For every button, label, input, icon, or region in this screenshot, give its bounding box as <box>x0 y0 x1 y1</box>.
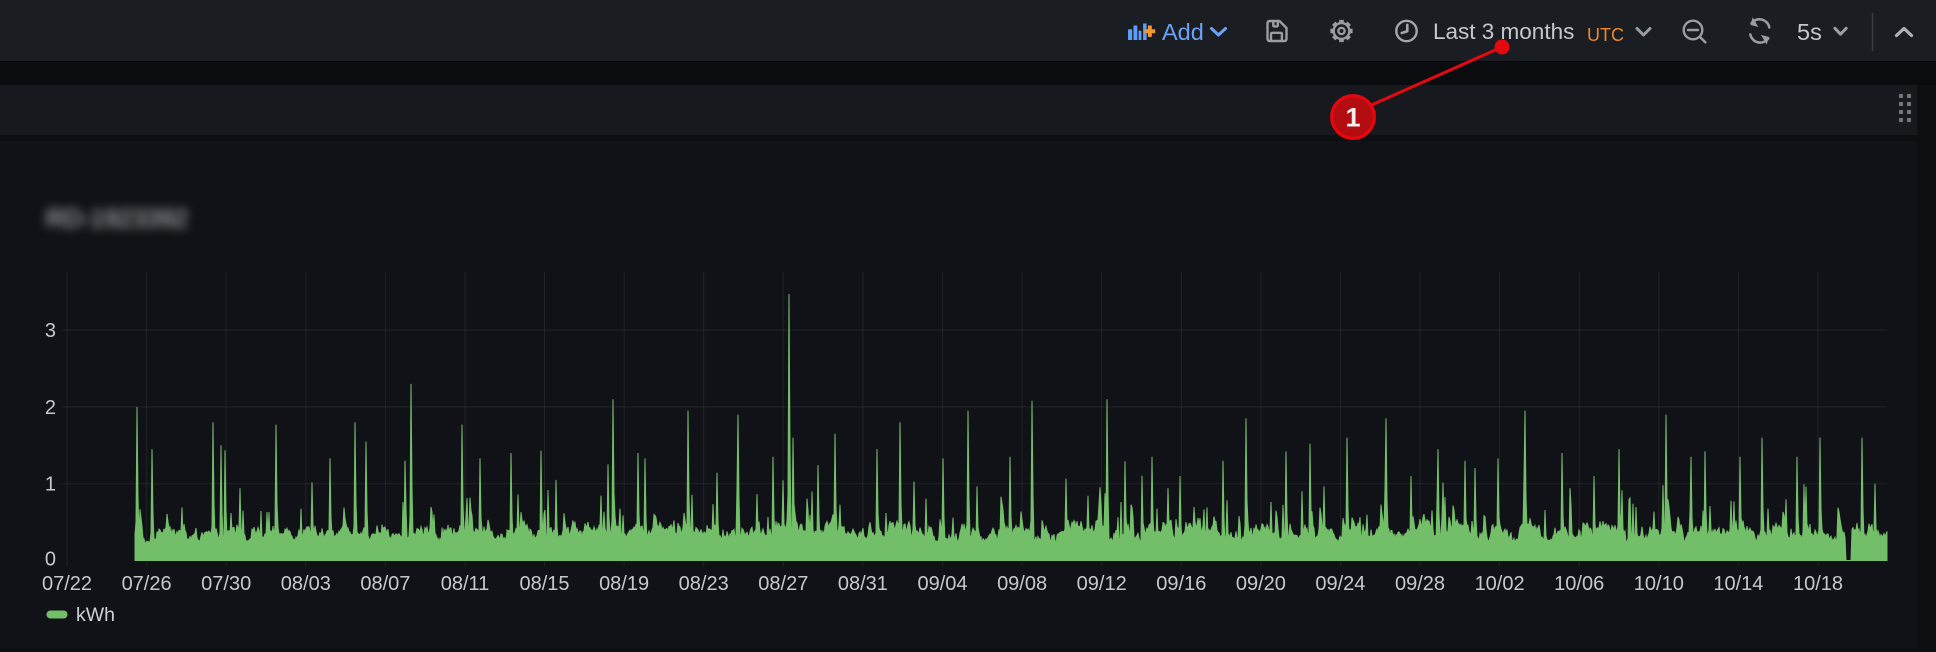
svg-text:09/04: 09/04 <box>917 573 967 595</box>
svg-text:09/08: 09/08 <box>997 573 1047 595</box>
svg-text:09/12: 09/12 <box>1077 573 1127 595</box>
svg-text:08/31: 08/31 <box>838 573 888 595</box>
svg-text:3: 3 <box>45 320 56 342</box>
svg-text:09/28: 09/28 <box>1395 573 1445 595</box>
svg-text:08/19: 08/19 <box>599 573 649 595</box>
svg-text:07/26: 07/26 <box>122 573 172 595</box>
svg-text:07/30: 07/30 <box>201 573 251 595</box>
svg-text:08/11: 08/11 <box>441 573 490 595</box>
svg-text:2: 2 <box>45 397 56 419</box>
svg-text:08/15: 08/15 <box>519 573 569 595</box>
svg-text:09/20: 09/20 <box>1236 573 1286 595</box>
svg-text:0: 0 <box>45 549 56 571</box>
svg-text:09/16: 09/16 <box>1156 573 1206 595</box>
svg-text:08/07: 08/07 <box>360 573 410 595</box>
svg-text:10/06: 10/06 <box>1554 573 1604 595</box>
svg-text:1: 1 <box>45 474 56 496</box>
svg-text:08/03: 08/03 <box>281 573 331 595</box>
svg-text:10/02: 10/02 <box>1475 573 1525 595</box>
svg-text:10/14: 10/14 <box>1713 573 1763 595</box>
svg-text:kWh: kWh <box>76 604 115 626</box>
svg-text:08/23: 08/23 <box>679 573 729 595</box>
svg-text:08/27: 08/27 <box>758 573 808 595</box>
svg-text:07/22: 07/22 <box>42 573 92 595</box>
svg-text:10/10: 10/10 <box>1634 573 1684 595</box>
svg-text:10/18: 10/18 <box>1793 573 1843 595</box>
svg-text:09/24: 09/24 <box>1315 573 1365 595</box>
svg-text:1: 1 <box>1345 103 1360 133</box>
